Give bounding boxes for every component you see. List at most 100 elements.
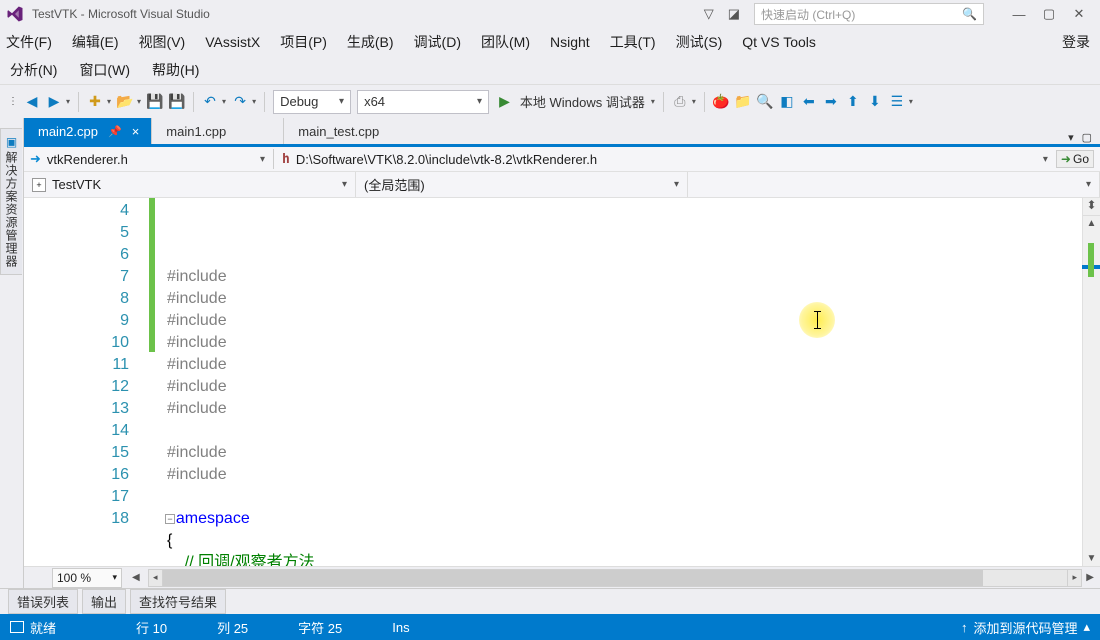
scroll-thumb[interactable] [163, 570, 984, 586]
menu-view[interactable]: 视图(V) [139, 32, 186, 52]
menu-project[interactable]: 项目(P) [280, 32, 327, 52]
h-scrollbar[interactable]: ◂ ▸ [148, 569, 1083, 587]
code-content[interactable]: #include #include #include #include #inc… [155, 198, 1082, 566]
menu-qt[interactable]: Qt VS Tools [742, 34, 816, 50]
search-icon: 🔍 [962, 7, 977, 21]
scroll-right-arrow[interactable]: ▸ [1067, 570, 1081, 586]
tab-main2[interactable]: main2.cpp 📌 × [24, 118, 152, 144]
tab-maintest[interactable]: main_test.cpp [284, 118, 430, 144]
menu-team[interactable]: 团队(M) [481, 32, 530, 52]
config-combo[interactable]: Debug▾ [273, 90, 351, 114]
feedback-icon[interactable]: ◪ [728, 6, 740, 22]
config-value: Debug [280, 94, 318, 109]
save-all-button[interactable]: 💾 [169, 94, 185, 110]
menu-analyze[interactable]: 分析(N) [10, 60, 57, 80]
scroll-down-icon[interactable]: ▼ [1087, 553, 1097, 564]
folder-find-icon[interactable]: 📁 [735, 94, 751, 110]
titlebar: TestVTK - Microsoft Visual Studio ▽ ◪ 快速… [0, 0, 1100, 28]
split-icon[interactable]: ⬍ [1083, 198, 1100, 216]
chevron-down-icon: ▾ [1086, 179, 1091, 190]
zoom-combo[interactable]: 100 % ▾ [52, 568, 122, 588]
open-button[interactable]: 📂 [117, 94, 133, 110]
toggle-icon[interactable]: ◧ [779, 94, 795, 110]
close-icon[interactable]: × [132, 124, 140, 139]
nav-fwd-button[interactable]: ▶ [46, 94, 62, 110]
member-scope-combo[interactable]: ▾ [688, 172, 1100, 197]
go-button[interactable]: ➜ Go [1056, 150, 1094, 168]
chevron-down-icon: ▾ [342, 179, 347, 190]
menu-tools[interactable]: 工具(T) [610, 32, 656, 52]
step-down-icon[interactable]: ⬇ [867, 94, 883, 110]
chevron-down-icon: ▾ [674, 179, 679, 190]
scroll-left-icon[interactable]: ◀ [132, 572, 140, 583]
redo-button[interactable]: ↷ [232, 94, 248, 110]
menu-build[interactable]: 生成(B) [347, 32, 394, 52]
overview-ruler[interactable]: ⬍ ▲ ▼ [1082, 198, 1100, 566]
code-editor[interactable]: 456789101112131415161718 #include #inclu… [24, 198, 1100, 566]
chevron-down-icon[interactable]: ▾ [260, 154, 265, 165]
tab-main1[interactable]: main1.cpp [152, 118, 284, 144]
menu-file[interactable]: 文件(F) [6, 32, 52, 52]
close-button[interactable]: ✕ [1064, 3, 1094, 25]
menu-vassistx[interactable]: VAssistX [205, 34, 260, 50]
go-arrow-icon: ➜ [1061, 152, 1071, 166]
run-button[interactable]: 本地 Windows 调试器 [520, 92, 645, 111]
search-code-icon[interactable]: 🔍 [757, 94, 773, 110]
chevron-up-icon: ▴ [1083, 619, 1090, 635]
login-link[interactable]: 登录 [1062, 32, 1090, 52]
undo-button[interactable]: ↶ [202, 94, 218, 110]
find-symbols-tab[interactable]: 查找符号结果 [130, 589, 226, 614]
error-list-tab[interactable]: 错误列表 [8, 589, 78, 614]
platform-combo[interactable]: x64▾ [357, 90, 489, 114]
sidebar-well: ▣ 解决方案资源管理器 [0, 118, 24, 588]
scroll-up-icon[interactable]: ▲ [1087, 218, 1097, 229]
step-up-icon[interactable]: ⬆ [845, 94, 861, 110]
tab-label: main_test.cpp [298, 124, 379, 139]
new-project-button[interactable]: ✚ [87, 94, 103, 110]
solution-explorer-label: 解决方案资源管理器 [3, 151, 20, 268]
maximize-button[interactable]: ▢ [1034, 3, 1064, 25]
tabs-dropdown-icon[interactable]: ▾ [1068, 131, 1074, 144]
notification-flag-icon[interactable]: ▽ [704, 6, 714, 22]
tool-icon-1[interactable]: ⎙ [672, 94, 688, 110]
menu-help[interactable]: 帮助(H) [152, 60, 199, 80]
solution-explorer-icon: ▣ [6, 135, 17, 149]
divider [273, 149, 274, 169]
chevron-down-icon: ▾ [112, 572, 117, 583]
scroll-left-arrow[interactable]: ◂ [149, 570, 163, 586]
chevron-down-icon[interactable]: ▾ [1043, 154, 1048, 165]
status-char: 字符 25 [298, 618, 342, 637]
quick-launch-input[interactable]: 快速启动 (Ctrl+Q) 🔍 [754, 3, 984, 25]
menubar-row2: 分析(N) 窗口(W) 帮助(H) [0, 56, 1100, 84]
tomato-icon[interactable]: 🍅 [713, 94, 729, 110]
tabs-panel-icon[interactable]: ▢ [1082, 131, 1092, 144]
step-right-icon[interactable]: ➡ [823, 94, 839, 110]
list-icon[interactable]: ☰ [889, 94, 905, 110]
source-control-button[interactable]: ↑ 添加到源代码管理 ▴ [961, 618, 1090, 637]
upload-icon: ↑ [961, 620, 968, 635]
output-tab[interactable]: 输出 [82, 589, 126, 614]
pin-icon[interactable]: 📌 [108, 125, 122, 138]
step-left-icon[interactable]: ⬅ [801, 94, 817, 110]
line-gutter: 456789101112131415161718 [24, 198, 149, 566]
scroll-right-icon[interactable]: ▶ [1086, 572, 1094, 583]
project-scope-combo[interactable]: + TestVTK ▾ [24, 172, 356, 197]
menu-nsight[interactable]: Nsight [550, 34, 590, 50]
nav-file-name[interactable]: vtkRenderer.h [47, 152, 128, 167]
nav-back-button[interactable]: ◀ [24, 94, 40, 110]
menu-test[interactable]: 测试(S) [676, 32, 723, 52]
status-ready: 就绪 [30, 618, 56, 637]
menu-edit[interactable]: 编辑(E) [72, 32, 119, 52]
nav-path[interactable]: D:\Software\VTK\8.2.0\include\vtk-8.2\vt… [296, 152, 597, 167]
editor-tabs: main2.cpp 📌 × main1.cpp main_test.cpp ▾ … [24, 118, 1100, 144]
nav-arrow-icon[interactable]: ➜ [30, 151, 41, 167]
minimize-button[interactable]: — [1004, 3, 1034, 25]
namespace-scope-combo[interactable]: (全局范围) ▾ [356, 172, 688, 197]
save-button[interactable]: 💾 [147, 94, 163, 110]
status-col: 列 25 [217, 618, 248, 637]
play-icon[interactable]: ▶ [499, 93, 510, 110]
menu-window[interactable]: 窗口(W) [79, 60, 130, 80]
solution-explorer-tab[interactable]: ▣ 解决方案资源管理器 [0, 128, 22, 275]
quick-launch-placeholder: 快速启动 (Ctrl+Q) [761, 6, 855, 23]
menu-debug[interactable]: 调试(D) [414, 32, 461, 52]
